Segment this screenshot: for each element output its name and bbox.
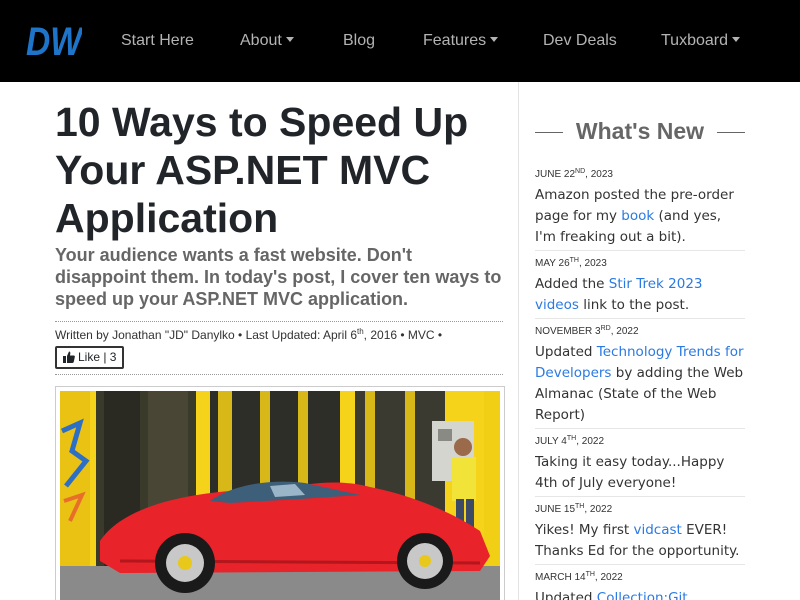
news-item: March 14TH, 2022 Updated Collection:Git … (535, 571, 745, 600)
news-link[interactable]: book (621, 208, 654, 224)
chevron-down-icon (732, 37, 740, 42)
news-text: Yikes! My first vidcast EVER! Thanks Ed … (535, 522, 740, 559)
news-date: March 14TH, 2022 (535, 571, 623, 583)
nav-features-label: Features (423, 32, 487, 49)
chevron-down-icon (490, 37, 499, 42)
news-text: Updated Technology Trends for Developers… (535, 344, 744, 423)
divider (535, 496, 745, 497)
news-date: July 4TH, 2022 (535, 435, 605, 447)
news-date: May 26TH, 2023 (535, 257, 607, 269)
nav-dev-deals[interactable]: Dev Deals (543, 30, 617, 52)
nav-blog[interactable]: Blog (343, 30, 375, 52)
news-item: July 4TH, 2022 Taking it easy today...Ha… (535, 435, 745, 494)
top-navbar: DW Start Here About Blog Features Dev De… (0, 0, 800, 82)
site-logo[interactable]: DW (26, 22, 82, 58)
news-date: November 3RD, 2022 (535, 325, 639, 337)
article-hero-image (55, 386, 505, 600)
thumbs-up-icon (63, 351, 75, 363)
column-divider (518, 82, 519, 600)
whats-new-heading: What's New (535, 116, 745, 146)
like-label: Like | 3 (78, 350, 117, 364)
divider (55, 374, 503, 375)
heading-rule-right (717, 132, 745, 133)
news-item: June 22ND, 2023 Amazon posted the pre-or… (535, 168, 745, 248)
news-text: Added the Stir Trek 2023 videos link to … (535, 276, 703, 313)
whats-new-title: What's New (575, 118, 705, 144)
nav-start-here-label: Start Here (121, 32, 194, 49)
logo-text: DW (26, 22, 82, 58)
nav-dev-deals-label: Dev Deals (543, 32, 617, 49)
nav-start-here[interactable]: Start Here (121, 30, 194, 52)
divider (535, 318, 745, 319)
red-sports-car-photo (60, 391, 500, 600)
whats-new-sidebar: What's New June 22ND, 2023 Amazon posted… (535, 82, 745, 600)
news-item: November 3RD, 2022 Updated Technology Tr… (535, 325, 745, 426)
news-item: May 26TH, 2023 Added the Stir Trek 2023 … (535, 257, 745, 316)
nav-about-label: About (240, 32, 282, 49)
byline-text: Written by Jonathan "JD" Danylko • Last … (55, 328, 357, 342)
article-title: 10 Ways to Speed Up Your ASP.NET MVC App… (55, 99, 469, 241)
nav-about-dropdown[interactable]: About (240, 30, 294, 52)
divider (535, 250, 745, 251)
nav-tuxboard-label: Tuxboard (661, 32, 728, 49)
news-date: June 22ND, 2023 (535, 168, 613, 180)
news-text: Updated Collection:Git Resources (535, 588, 745, 600)
article-subtitle: Your audience wants a fast website. Don'… (55, 245, 502, 309)
nav-features-dropdown[interactable]: Features (423, 30, 499, 52)
byline-date-suffix: th (357, 327, 364, 336)
nav-blog-label: Blog (343, 32, 376, 49)
byline-text-end: , 2016 • MVC • (363, 328, 443, 342)
like-button[interactable]: Like | 3 (55, 346, 124, 369)
article-main: 10 Ways to Speed Up Your ASP.NET MVC App… (55, 82, 505, 600)
news-text: Amazon posted the pre-order page for my … (535, 187, 734, 245)
divider (535, 564, 745, 565)
article-byline: Written by Jonathan "JD" Danylko • Last … (55, 327, 505, 343)
news-text: Taking it easy today...Happy 4th of July… (535, 454, 725, 491)
divider (535, 428, 745, 429)
news-item: June 15TH, 2022 Yikes! My first vidcast … (535, 503, 745, 562)
news-date: June 15TH, 2022 (535, 503, 613, 515)
chevron-down-icon (285, 37, 294, 42)
news-link[interactable]: vidcast (634, 522, 682, 538)
nav-tuxboard-dropdown[interactable]: Tuxboard (661, 30, 740, 52)
divider (55, 321, 503, 322)
